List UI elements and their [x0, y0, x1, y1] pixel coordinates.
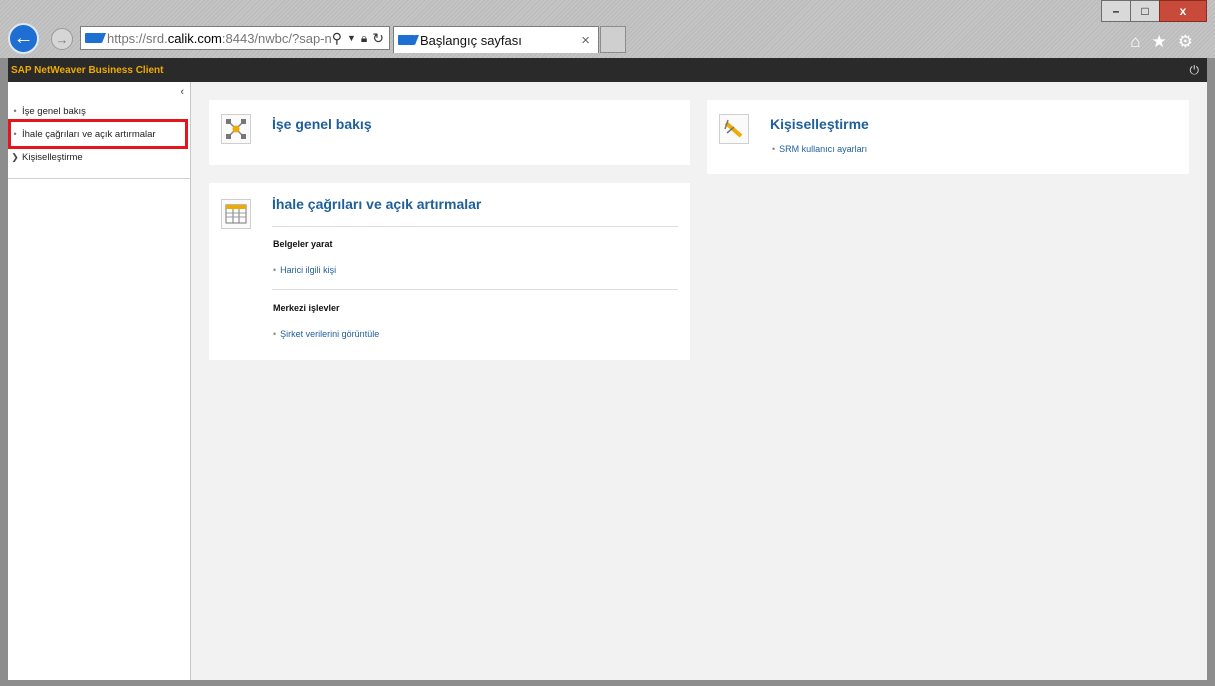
browser-chrome: – □ x ← → https://srd.calik.com:8443/nwb…	[0, 0, 1215, 58]
sap-favicon-icon	[85, 33, 106, 43]
sidebar-item-label: İşe genel bakış	[22, 105, 86, 117]
section-heading-create-docs: Belgeler yarat	[273, 239, 333, 249]
tab-close-icon[interactable]: ×	[581, 32, 590, 49]
forward-arrow-icon[interactable]: →	[51, 28, 73, 50]
card-title-tenders[interactable]: İhale çağrıları ve açık artırmalar	[272, 196, 481, 212]
link-label: Harici ilgili kişi	[280, 265, 337, 275]
url-prefix: https://srd.	[107, 30, 168, 46]
card-title-overview[interactable]: İşe genel bakış	[272, 116, 372, 132]
expand-chevron-icon[interactable]: ❯	[8, 152, 22, 163]
card-overview: İşe genel bakış	[209, 100, 690, 165]
client-area: ‹ • İşe genel bakış • İhale çağrıları ve…	[8, 82, 1207, 680]
tab-favicon-icon	[398, 35, 419, 45]
link-company-data[interactable]: • Şirket verilerini görüntüle	[273, 329, 379, 339]
sap-header-title: SAP NetWeaver Business Client	[11, 64, 164, 76]
bullet-icon: •	[273, 329, 277, 339]
minimize-button[interactable]: –	[1101, 0, 1131, 22]
bullet-icon: •	[273, 265, 277, 275]
sap-header: SAP NetWeaver Business Client ⏻	[8, 58, 1207, 82]
home-icon[interactable]: ⌂	[1130, 32, 1140, 52]
link-label: Şirket verilerini görüntüle	[280, 329, 380, 339]
new-tab-button[interactable]	[600, 26, 626, 53]
browser-window: – □ x ← → https://srd.calik.com:8443/nwb…	[0, 0, 1215, 686]
dropdown-icon[interactable]: ▼	[347, 33, 356, 43]
sidebar-divider	[8, 178, 190, 179]
window-controls: – □ x	[1101, 0, 1207, 22]
tab-title: Başlangıç sayfası	[420, 32, 522, 48]
card-divider	[272, 289, 678, 290]
bullet-icon: •	[13, 105, 17, 117]
refresh-icon[interactable]: ↻	[372, 30, 384, 47]
card-divider	[272, 226, 678, 227]
bullet-icon: •	[772, 144, 776, 154]
lock-icon[interactable]: 🔒︎	[361, 31, 367, 46]
table-icon	[221, 199, 251, 229]
maximize-button[interactable]: □	[1130, 0, 1160, 22]
tab-start-page[interactable]: Başlangıç sayfası ×	[393, 26, 599, 53]
favorites-star-icon[interactable]: ★	[1152, 32, 1167, 52]
collapse-chevron-icon[interactable]: ‹	[180, 86, 184, 98]
sidebar-item-overview[interactable]: • İşe genel bakış	[8, 103, 190, 119]
link-srm-settings[interactable]: • SRM kullanıcı ayarları	[772, 144, 867, 154]
address-actions: ⚲ ▼ 🔒︎ ↻	[332, 30, 389, 47]
card-tenders: İhale çağrıları ve açık artırmalar Belge…	[209, 183, 690, 360]
link-label: SRM kullanıcı ayarları	[779, 144, 868, 154]
card-personalization: Kişiselleştirme • SRM kullanıcı ayarları	[707, 100, 1189, 174]
url-rest: :8443/nwbc/?sap-n	[221, 30, 332, 46]
navigation-sidebar: ‹ • İşe genel bakış • İhale çağrıları ve…	[8, 82, 191, 680]
address-url[interactable]: https://srd.calik.com:8443/nwbc/?sap-n	[107, 31, 332, 46]
settings-gear-icon[interactable]: ⚙	[1178, 32, 1193, 52]
back-arrow-icon[interactable]: ←	[8, 23, 39, 54]
address-bar[interactable]: https://srd.calik.com:8443/nwbc/?sap-n ⚲…	[80, 26, 390, 50]
power-icon[interactable]: ⏻	[1190, 63, 1200, 78]
search-icon[interactable]: ⚲	[332, 30, 342, 47]
browser-tools: ⌂ ★ ⚙	[1130, 32, 1193, 52]
sidebar-item-personalization[interactable]: ❯ Kişiselleştirme	[8, 149, 190, 165]
link-external-contact[interactable]: • Harici ilgili kişi	[273, 265, 336, 275]
sidebar-item-label: Kişiselleştirme	[22, 151, 83, 163]
close-button[interactable]: x	[1159, 0, 1207, 22]
tools-icon	[719, 114, 749, 144]
card-title-personalization[interactable]: Kişiselleştirme	[770, 116, 869, 132]
highlight-box	[8, 119, 188, 149]
section-heading-central-functions: Merkezi işlevler	[273, 303, 340, 313]
url-domain: calik.com	[167, 30, 222, 46]
network-icon	[221, 114, 251, 144]
